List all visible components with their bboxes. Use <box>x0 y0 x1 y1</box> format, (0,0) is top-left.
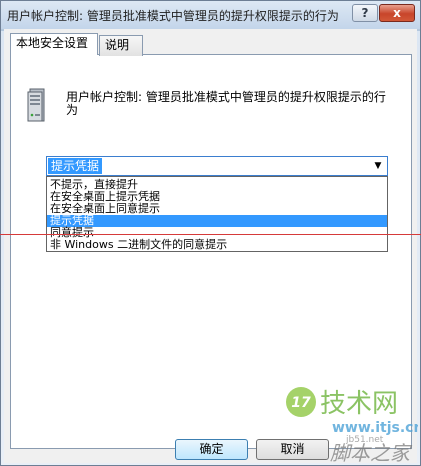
watermark-slogan: 脚本之家 <box>330 441 413 464</box>
server-icon <box>27 88 45 122</box>
help-button[interactable]: ? <box>352 4 378 22</box>
chevron-down-icon[interactable]: ▼ <box>370 158 386 174</box>
window-title: 用户帐户控制: 管理员批准模式中管理员的提升权限提示的行为 <box>7 9 339 23</box>
policy-value-current: 提示凭据 <box>48 158 103 174</box>
dropdown-option-consent-non-windows-binaries[interactable]: 非 Windows 二进制文件的同意提示 <box>47 239 387 251</box>
annotation-line <box>0 234 421 235</box>
policy-value-dropdown: 不提示，直接提升 在安全桌面上提示凭据 在安全桌面上同意提示 提示凭据 同意提示… <box>46 176 388 252</box>
ok-button[interactable]: 确定 <box>175 439 248 460</box>
watermark-brand: 技术网 <box>320 389 398 419</box>
title-bar[interactable]: 用户帐户控制: 管理员批准模式中管理员的提升权限提示的行为 ? x <box>1 1 420 29</box>
policy-value-select[interactable]: 提示凭据 ▼ <box>46 156 388 176</box>
close-button[interactable]: x <box>379 4 415 22</box>
policy-description: 用户帐户控制: 管理员批准模式中管理员的提升权限提示的行为 <box>66 90 386 117</box>
watermark-url: www.itjs.cn <box>332 420 418 436</box>
logo-17-icon: 17 <box>286 387 316 417</box>
tab-local-security-setting[interactable]: 本地安全设置 <box>10 33 98 55</box>
tab-explain[interactable]: 说明 <box>99 35 143 56</box>
dropdown-option-prompt-credentials[interactable]: 提示凭据 <box>47 215 387 227</box>
dropdown-option-consent-secure-desktop[interactable]: 在安全桌面上同意提示 <box>47 203 387 215</box>
svg-text:17: 17 <box>291 395 311 411</box>
site-watermark: 17 技术网 www.itjs.cn jb51.net 脚本之家 <box>286 387 418 464</box>
